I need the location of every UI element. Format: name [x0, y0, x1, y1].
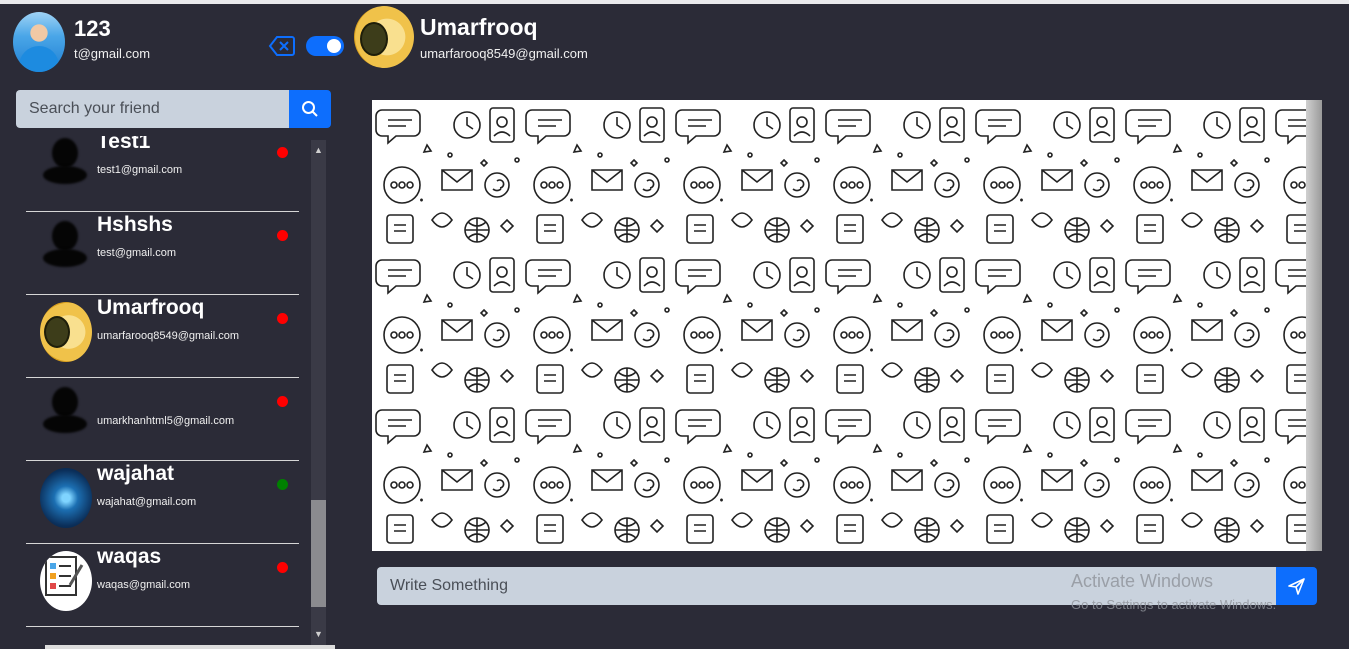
contact-avatar[interactable] [354, 6, 414, 68]
friend-avatar [40, 136, 92, 196]
status-dot [277, 396, 288, 407]
friend-name: Test1 [97, 136, 151, 153]
search-icon [302, 101, 318, 117]
send-button[interactable] [1276, 567, 1317, 605]
friend-name: Hshshs [97, 213, 173, 236]
search-input[interactable] [16, 90, 289, 128]
friend-email: waqas@gmail.com [97, 579, 191, 591]
chat-messages-area[interactable] [372, 100, 1322, 551]
friend-email: umarkhanhtml5@gmail.com [97, 415, 235, 427]
friend-list: Test1 test1@gmail.com Hshshs test@gmail.… [0, 136, 310, 641]
chat-area-edge [1306, 100, 1322, 551]
scroll-up-icon[interactable]: ▲ [314, 146, 323, 155]
friend-name: Umarfrooq [97, 296, 205, 319]
scrollbar-thumb[interactable] [311, 500, 326, 607]
checklist-icon [40, 551, 92, 611]
friend-avatar [40, 385, 92, 445]
friend-email: test@gmail.com [97, 247, 177, 259]
doodle-background [372, 100, 1322, 551]
scroll-down-icon[interactable]: ▼ [314, 630, 323, 639]
friend-avatar [40, 302, 92, 362]
friend-list-scrollbar[interactable]: ▲ ▼ [311, 140, 326, 645]
search-bar [16, 90, 331, 128]
theme-toggle[interactable] [306, 36, 344, 56]
friend-item[interactable]: wajahat wajahat@gmail.com [26, 460, 299, 544]
activate-windows-subtitle: Go to Settings to activate Windows. [1071, 597, 1277, 612]
my-email: t@gmail.com [74, 46, 151, 61]
status-dot [277, 230, 288, 241]
contact-email: umarfarooq8549@gmail.com [420, 46, 588, 61]
backspace-icon[interactable] [268, 34, 296, 58]
friend-email: test1@gmail.com [97, 164, 183, 176]
contact-name: Umarfrooq [420, 14, 538, 40]
friend-avatar [40, 219, 92, 279]
friend-avatar [40, 468, 92, 528]
friend-item[interactable]: Test1 test1@gmail.com [26, 136, 299, 212]
search-button[interactable] [289, 90, 331, 128]
status-dot [277, 313, 288, 324]
status-dot [277, 562, 288, 573]
my-name: 123 [74, 16, 111, 41]
friend-item[interactable]: waqas waqas@gmail.com [26, 543, 299, 627]
my-avatar[interactable] [13, 12, 65, 72]
friend-email: wajahat@gmail.com [97, 496, 197, 508]
activate-windows-title: Activate Windows [1071, 571, 1214, 591]
friend-item[interactable]: Hshshs test@gmail.com [26, 211, 299, 295]
friend-email: umarfarooq8549@gmail.com [97, 330, 240, 342]
sidebar-bottom-edge [45, 645, 335, 649]
friend-name: waqas [97, 545, 162, 568]
friend-item[interactable]: umarkhanhtml5@gmail.com [26, 377, 299, 461]
friend-item[interactable]: Umarfrooq umarfarooq8549@gmail.com [26, 294, 299, 378]
status-dot [277, 479, 288, 490]
status-dot [277, 147, 288, 158]
friend-name: wajahat [97, 462, 175, 485]
send-icon [1288, 578, 1305, 595]
